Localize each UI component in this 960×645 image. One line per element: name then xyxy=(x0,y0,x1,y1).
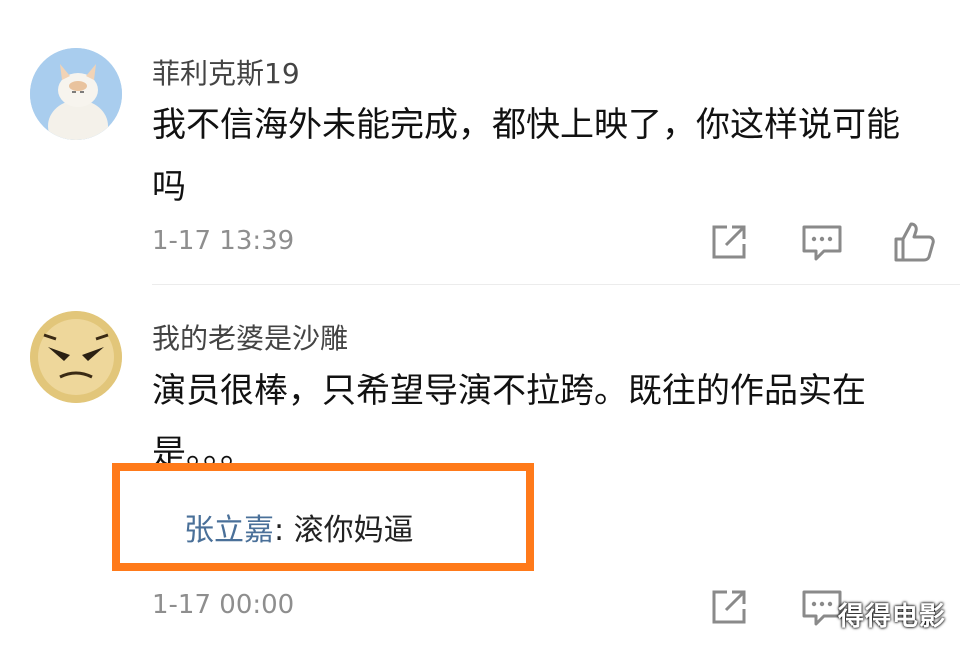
share-button[interactable] xyxy=(705,583,753,631)
share-icon xyxy=(712,225,746,259)
timestamp: 1-17 00:00 xyxy=(152,590,295,620)
username[interactable]: 菲利克斯19 xyxy=(152,52,300,92)
comment-actions xyxy=(660,218,960,266)
comment-item: 菲利克斯19 我不信海外未能完成，都快上映了，你这样说可能吗 1-17 13:3… xyxy=(0,0,960,285)
comment-text: 我不信海外未能完成，都快上映了，你这样说可能吗 xyxy=(152,105,900,207)
watermark: 得得电影 xyxy=(837,602,946,632)
reply-button[interactable] xyxy=(798,218,846,266)
comment-item: 我的老婆是沙雕 演员很棒，只希望导演不拉跨。既往的作品实在是。。。 张立嘉: 滚… xyxy=(0,285,960,645)
reply-item[interactable]: 张立嘉: 滚你妈逼 xyxy=(184,505,414,549)
avatar[interactable] xyxy=(30,311,122,403)
like-button[interactable] xyxy=(890,218,938,266)
share-icon xyxy=(712,590,746,624)
reply-separator: : xyxy=(274,513,294,548)
reply-username[interactable]: 张立嘉 xyxy=(184,513,274,548)
highlight-box: 张立嘉: 滚你妈逼 xyxy=(112,463,534,571)
share-button[interactable] xyxy=(705,218,753,266)
avatar[interactable] xyxy=(30,48,122,140)
username[interactable]: 我的老婆是沙雕 xyxy=(152,317,348,357)
comment-icon xyxy=(802,225,842,261)
timestamp: 1-17 13:39 xyxy=(152,226,295,256)
thumbs-up-icon xyxy=(894,222,935,262)
reply-text: 滚你妈逼 xyxy=(293,513,414,548)
